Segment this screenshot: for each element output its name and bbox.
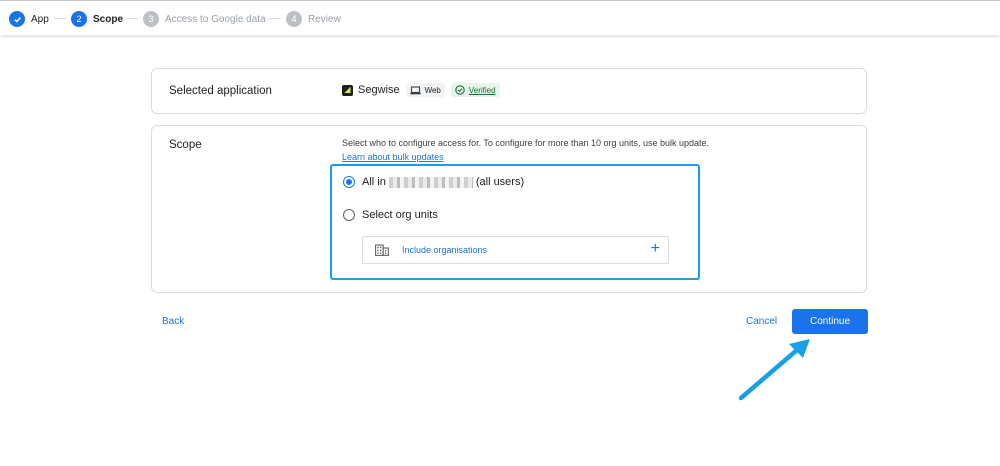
annotation-arrow bbox=[738, 339, 810, 401]
